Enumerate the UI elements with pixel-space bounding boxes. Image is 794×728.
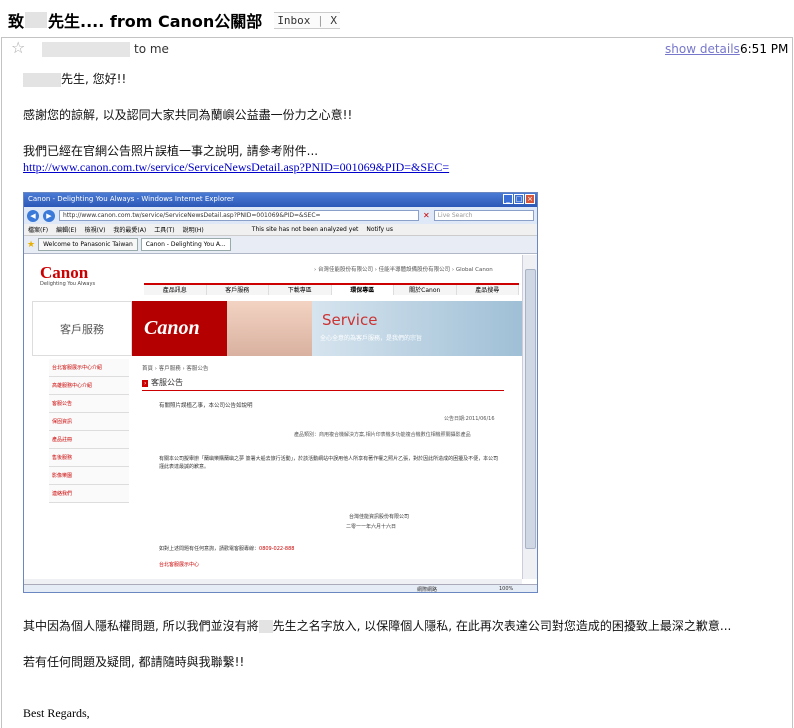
notice-footer-link: 台北客服展示中心	[159, 562, 200, 568]
search-field: Live Search	[433, 210, 534, 221]
attached-screenshot: Canon - Delighting You Always - Windows …	[23, 192, 538, 593]
star-icon[interactable]: ☆	[11, 38, 25, 57]
status-zone: 網際網路	[417, 587, 438, 593]
canon-nav: 產品訊息 客戶服務 下載專區 環保專區 關於Canon 產品搜尋	[144, 283, 519, 295]
notice-category: 產品類別：商用複合機解決方案,相片印表機多功能複合機數位相機照關攝影產品	[294, 432, 471, 438]
notice-date: 公告日期:2011/06/16	[444, 416, 495, 422]
service-banner: 客戶服務 Canon Service 全心全意的為客戶服務，是我們的宗旨	[32, 301, 522, 356]
banner-service-text: Service	[322, 311, 378, 329]
ie-tab-strip: ★ Welcome to Panasonic Taiwan Canon - De…	[24, 236, 537, 254]
redacted-name	[25, 12, 48, 28]
minimize-icon: _	[503, 194, 513, 204]
body-line-3: 其中因為個人隱私權問題, 所以我們並沒有將 先生之名字放入, 以保障個人隱私, 在…	[23, 619, 732, 633]
body-line-1: 感謝您的諒解, 以及認同大家共同為蘭嶼公益盡一份力之心意!!	[23, 108, 353, 122]
show-details-link[interactable]: show details	[665, 42, 740, 56]
notice-title: 有關照片誤植乙事，本公司公告如說明	[159, 403, 253, 409]
notice-body: 有關本公司擬舉辦「蘭嶼樂購蘭嶼之夢 簽署大船去旅行活動」，於該活動網站中誤用他人…	[159, 456, 499, 470]
ie-scrollbar	[522, 255, 537, 579]
back-icon: ◀	[27, 209, 39, 222]
ie-status-bar: 網際網路 100%	[24, 584, 537, 593]
favorites-star-icon: ★	[27, 239, 36, 250]
tab-canon: Canon - Delighting You A...	[140, 238, 231, 251]
email-header: 致 先生.... from Canon公關部 Inbox | X	[0, 0, 794, 38]
notice-company: 台灣佳能資訊股份有限公司	[349, 514, 410, 520]
inbox-label[interactable]: Inbox | X	[274, 11, 340, 29]
redacted-sender	[42, 42, 130, 57]
greeting-line: 先生, 您好!!	[23, 70, 126, 87]
email-subject: 致 先生.... from Canon公關部 Inbox | X	[8, 8, 340, 32]
sign-off: Best Regards,	[23, 706, 90, 720]
banner-subtitle: 全心全意的為客戶服務，是我們的宗旨	[320, 335, 423, 342]
breadcrumb: 首頁 › 客戶服務 › 客服公告	[142, 366, 209, 372]
maximize-icon: □	[514, 194, 524, 204]
redacted-name	[23, 72, 61, 87]
address-field: http://www.canon.com.tw/service/ServiceN…	[59, 210, 419, 221]
banner-photo	[227, 301, 312, 356]
stop-icon: ✕	[423, 211, 430, 220]
canon-tagline: Delighting You Always	[40, 281, 96, 287]
recipient: to me	[134, 42, 169, 56]
top-links: › 台灣佳能股份有限公司 › 佳能半導體設備股份有限公司 › Global Ca…	[314, 267, 493, 273]
body-line-4: 若有任何問題及疑問, 都請隨時與我聯繫!!	[23, 655, 245, 669]
close-icon: ×	[525, 194, 535, 204]
redacted-name	[258, 620, 273, 633]
body-line-2: 我們已經在官網公告照片誤植一事之說明, 請參考附件...	[23, 144, 319, 158]
announcement-link[interactable]: http://www.canon.com.tw/service/ServiceN…	[23, 160, 449, 175]
service-side-nav: 台北客服展示中心介紹 高雄服務中心介紹 客服公告 保固資訊 產品註冊 售後服務 影像樂園 連絡…	[49, 359, 129, 503]
forward-icon: ▶	[43, 209, 55, 222]
notice-contact: 如對上述問題有任何意詢，請歡電客服專線：0809-022-888	[159, 546, 295, 552]
subject-suffix: 先生.... from Canon公關部	[48, 12, 263, 31]
ie-title-bar: Canon - Delighting You Always - Windows …	[24, 193, 537, 207]
canon-page: Canon Delighting You Always › 台灣佳能股份有限公司…	[24, 255, 522, 579]
remove-label-icon[interactable]: X	[330, 14, 337, 27]
notice-signed-date: 二零一一年六月十六日	[346, 524, 397, 530]
ie-menu-bar: 檔案(F) 編輯(E) 檢視(V) 我的最愛(A) 工具(T) 說明(H) This si…	[24, 224, 537, 236]
subject-prefix: 致	[8, 12, 25, 31]
message-time: 6:51 PM	[740, 42, 789, 56]
announce-title: › 客服公告	[142, 377, 504, 391]
service-heading: 客戶服務	[32, 301, 132, 356]
canon-logo: Canon	[40, 263, 89, 282]
banner-logo: Canon	[132, 301, 227, 356]
status-zoom: 100%	[499, 586, 514, 592]
ie-address-bar: ◀ ▶ http://www.canon.com.tw/service/Serv…	[24, 207, 537, 224]
tab-panasonic: Welcome to Panasonic Taiwan	[38, 238, 138, 251]
